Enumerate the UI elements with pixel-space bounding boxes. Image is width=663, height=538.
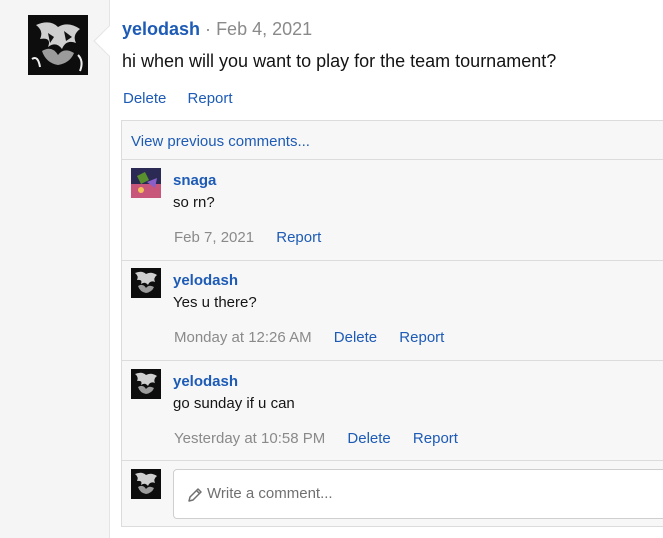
pencil-icon [186,486,204,504]
comment-meta: Yesterday at 10:58 PM Delete Report [174,430,476,447]
comment-item: snaga so rn? Feb 7, 2021 Report [122,159,663,260]
comment-text: Yes u there? [173,294,257,311]
profile-post-page: yelodash · Feb 4, 2021 hi when will you … [0,0,663,538]
view-previous-comments-link[interactable]: View previous comments... [131,133,310,150]
comment-meta: Monday at 12:26 AM Delete Report [174,329,462,346]
comment-report-link[interactable]: Report [399,329,444,346]
header-separator: · [205,19,212,39]
write-comment-placeholder: Write a comment... [207,485,333,502]
comment-author-name[interactable]: yelodash [173,272,238,289]
comment-text: go sunday if u can [173,395,295,412]
post-author-avatar[interactable] [28,15,88,75]
left-gutter [0,0,109,538]
comment-time[interactable]: Yesterday at 10:58 PM [174,430,325,447]
write-comment-input[interactable]: Write a comment... [173,469,663,519]
comment-time[interactable]: Feb 7, 2021 [174,229,254,246]
comment-delete-link[interactable]: Delete [334,329,377,346]
comment-author-avatar[interactable] [131,268,161,298]
comment-report-link[interactable]: Report [413,430,458,447]
comment-item: yelodash Yes u there? Monday at 12:26 AM… [122,260,663,360]
post-delete-link[interactable]: Delete [123,90,166,107]
comment-item: yelodash go sunday if u can Yesterday at… [122,360,663,460]
post-date[interactable]: Feb 4, 2021 [216,19,312,39]
comment-author-avatar[interactable] [131,369,161,399]
post-text: hi when will you want to play for the te… [122,51,557,71]
comment-author-name[interactable]: snaga [173,172,216,189]
post-actions: Delete Report [123,90,250,108]
post-author-name[interactable]: yelodash [122,19,200,39]
comments-panel: View previous comments... snaga so rn? F… [121,120,663,527]
post-header: yelodash · Feb 4, 2021 [122,18,312,40]
comment-delete-link[interactable]: Delete [347,430,390,447]
comment-author-name[interactable]: yelodash [173,373,238,390]
comment-author-avatar[interactable] [131,168,161,198]
comment-time[interactable]: Monday at 12:26 AM [174,329,312,346]
comment-text: so rn? [173,194,215,211]
comment-report-link[interactable]: Report [276,229,321,246]
comment-meta: Feb 7, 2021 Report [174,229,339,246]
reply-user-avatar [131,469,161,499]
post-report-link[interactable]: Report [188,90,233,107]
reply-area: Write a comment... [122,460,663,528]
